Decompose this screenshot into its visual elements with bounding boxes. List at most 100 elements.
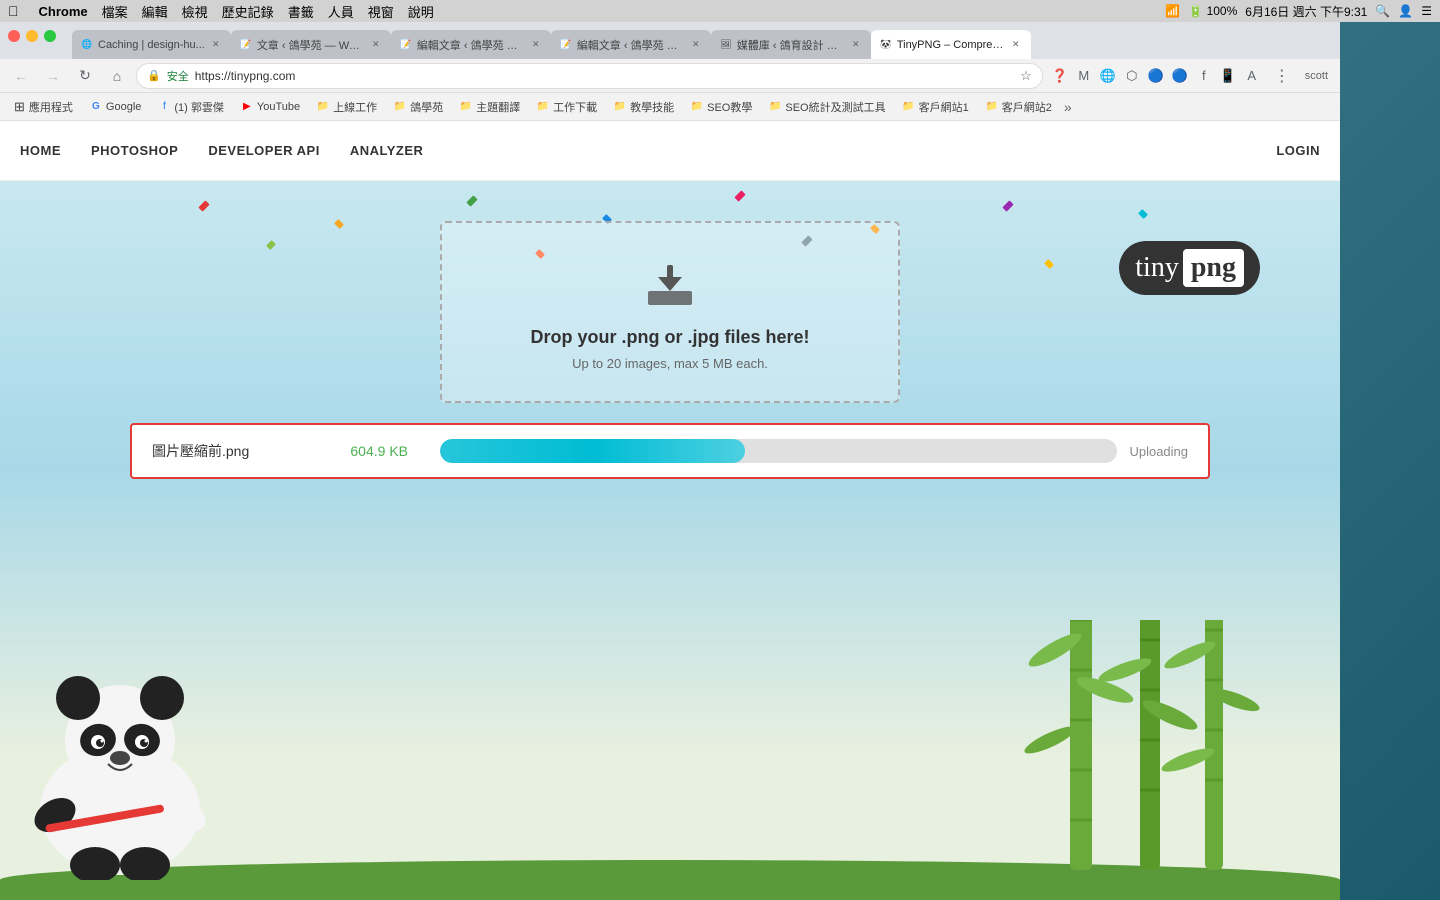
login-button[interactable]: LOGIN — [1276, 143, 1320, 158]
ext-icon-7[interactable]: f — [1193, 65, 1215, 87]
menu-app-name[interactable]: Chrome — [39, 4, 88, 19]
tab-favicon-6: 🐼 — [879, 38, 893, 52]
sidebar-icon-app2[interactable]: 🚀 — [1372, 163, 1408, 199]
bookmark-client2[interactable]: 📁 客戶網站2 — [979, 97, 1058, 117]
bookmark-client1[interactable]: 📁 客戶網站1 — [896, 97, 975, 117]
sidebar-thumbnail-screenshot1[interactable]: 螢幕快照2018-06-...9.26.32 — [1350, 30, 1430, 113]
menu-bar:  Chrome 檔案 編輯 檢視 歷史記錄 書籤 人員 視窗 說明 📶 🔋 1… — [0, 0, 1440, 22]
menu-file[interactable]: 檔案 — [102, 2, 128, 21]
tab-media[interactable]: 🖼 媒體庫 ‹ 鴿育設計 —... ✕ — [711, 30, 871, 59]
menu-list-icon[interactable]: ☰ — [1421, 4, 1432, 18]
forward-button[interactable]: → — [40, 63, 66, 89]
sidebar-icons-2: 🌐 Ps FZ — [1372, 564, 1408, 680]
apple-logo[interactable]:  — [8, 3, 19, 19]
confetti-2 — [334, 219, 344, 229]
sidebar-thumbnail-screenshot2[interactable]: 螢幕快照2018-0-...午9.31.18 — [1350, 686, 1430, 769]
sidebar-icon-app3[interactable]: 🎨 — [1372, 203, 1408, 239]
bookmark-pigeon[interactable]: 📁 鴿學苑 — [387, 97, 449, 117]
reload-button[interactable]: ↻ — [72, 63, 98, 89]
sidebar-icon-firefox[interactable]: 🦊 — [1372, 123, 1408, 159]
tab-edit2[interactable]: 📝 編輯文章 ‹ 鴿學苑 —... ✕ — [551, 30, 711, 59]
bookmark-facebook[interactable]: f (1) 郭雲傑 — [151, 97, 230, 117]
upload-status: Uploading — [1129, 444, 1188, 459]
folder-icon-5: 📁 — [613, 100, 627, 114]
bookmark-fb-label: (1) 郭雲傑 — [174, 99, 224, 115]
sidebar-icon-app5[interactable]: 🔵 — [1372, 779, 1408, 815]
tab-tinypng[interactable]: 🐼 TinyPNG – Compress... ✕ — [871, 30, 1031, 59]
tab-favicon-4: 📝 — [559, 38, 573, 52]
bookmark-online[interactable]: 📁 上線工作 — [310, 97, 383, 117]
back-button[interactable]: ← — [8, 63, 34, 89]
tab-title-2: 文章 ‹ 鴿學苑 — Wor... — [257, 37, 365, 53]
menu-user-icon[interactable]: 👤 — [1398, 4, 1413, 18]
menu-window[interactable]: 視窗 — [368, 2, 394, 21]
sidebar-icon-chrome[interactable]: 🌐 — [1372, 564, 1408, 600]
bookmark-youtube[interactable]: ▶ YouTube — [234, 98, 306, 116]
minimize-button[interactable] — [26, 30, 38, 42]
drop-zone[interactable]: Drop your .png or .jpg files here! Up to… — [440, 221, 900, 403]
menu-bookmarks[interactable]: 書籤 — [288, 2, 314, 21]
sidebar-icon-pp[interactable]: P — [1372, 363, 1408, 399]
tab-close-3[interactable]: ✕ — [529, 38, 543, 52]
browser-window: 🌐 Caching | design-hu... ✕ 📝 文章 ‹ 鴿學苑 — … — [0, 22, 1340, 900]
ext-icon-2[interactable]: M — [1073, 65, 1095, 87]
nav-developer-api[interactable]: DEVELOPER API — [208, 143, 319, 158]
sidebar-thumbnail-after[interactable]: 圖片壓縮後.png — [1350, 482, 1430, 554]
tab-close-2[interactable]: ✕ — [369, 38, 383, 52]
menu-view[interactable]: 檢視 — [182, 2, 208, 21]
tab-close-1[interactable]: ✕ — [209, 38, 223, 52]
bookmark-google[interactable]: G Google — [83, 98, 147, 116]
right-sidebar: 螢幕快照2018-06-...9.26.32 🦊 🚀 🎨 M X W P — [1340, 22, 1440, 900]
url-text[interactable]: https://tinypng.com — [195, 69, 296, 83]
bookmark-theme[interactable]: 📁 主題翻譯 — [453, 97, 526, 117]
tinypng-hero: Drop your .png or .jpg files here! Up to… — [0, 181, 1340, 900]
menu-history[interactable]: 歷史記錄 — [222, 2, 274, 21]
menu-search-icon[interactable]: 🔍 — [1375, 4, 1390, 18]
bookmark-seo[interactable]: 📁 SEO教學 — [684, 97, 758, 117]
confetti-12 — [1044, 259, 1054, 269]
tab-article[interactable]: 📝 文章 ‹ 鴿學苑 — Wor... ✕ — [231, 30, 391, 59]
bookmarks-more-icon[interactable]: » — [1064, 99, 1072, 115]
ext-icon-4[interactable]: ⬡ — [1121, 65, 1143, 87]
ext-icon-8[interactable]: 📱 — [1217, 65, 1239, 87]
sidebar-icon-word[interactable]: W — [1372, 323, 1408, 359]
bookmark-star-icon[interactable]: ☆ — [1020, 68, 1032, 84]
nav-analyzer[interactable]: ANALYZER — [350, 143, 424, 158]
close-button[interactable] — [8, 30, 20, 42]
ext-icon-3[interactable]: 🌐 — [1097, 65, 1119, 87]
sidebar-icon-app6[interactable]: 💬 — [1372, 819, 1408, 855]
ext-icon-5[interactable]: 🔵 — [1145, 65, 1167, 87]
nav-photoshop[interactable]: PHOTOSHOP — [91, 143, 178, 158]
nav-links: HOME PHOTOSHOP DEVELOPER API ANALYZER — [20, 143, 1276, 158]
menu-people[interactable]: 人員 — [328, 2, 354, 21]
address-bar[interactable]: 🔒 安全 https://tinypng.com ☆ — [136, 63, 1043, 89]
bookmark-seo-tools[interactable]: 📁 SEO統計及測試工具 — [762, 97, 891, 117]
bookmark-work[interactable]: 📁 工作下載 — [530, 97, 603, 117]
apps-shortcut[interactable]: ⊞ 應用程式 — [8, 97, 79, 117]
chrome-menu-icon[interactable]: ⋮ — [1269, 63, 1295, 89]
apps-grid-icon: ⊞ — [14, 99, 25, 115]
sidebar-icon-excel[interactable]: X — [1372, 283, 1408, 319]
tab-close-5[interactable]: ✕ — [849, 38, 863, 52]
ext-icon-6[interactable]: 🔵 — [1169, 65, 1191, 87]
bookmark-skill[interactable]: 📁 教學技能 — [607, 97, 680, 117]
menu-edit[interactable]: 編輯 — [142, 2, 168, 21]
thumbnail-label-3: 圖片壓縮後.png — [1359, 543, 1422, 554]
sidebar-icon-app4[interactable]: M — [1372, 243, 1408, 279]
tab-close-6[interactable]: ✕ — [1009, 38, 1023, 52]
tab-edit1[interactable]: 📝 編輯文章 ‹ 鴿學苑 —... ✕ — [391, 30, 551, 59]
maximize-button[interactable] — [44, 30, 56, 42]
sidebar-icon-app7[interactable]: 🔵 — [1372, 859, 1408, 895]
ext-icon-9[interactable]: A — [1241, 65, 1263, 87]
menu-help[interactable]: 說明 — [408, 2, 434, 21]
apps-label: 應用程式 — [29, 99, 73, 115]
tab-caching[interactable]: 🌐 Caching | design-hu... ✕ — [72, 30, 231, 59]
upload-row: 圖片壓縮前.png 604.9 KB Uploading — [130, 423, 1210, 479]
home-button[interactable]: ⌂ — [104, 63, 130, 89]
sidebar-thumbnail-before[interactable]: 圖片壓縮前.png — [1350, 405, 1430, 477]
tab-close-4[interactable]: ✕ — [689, 38, 703, 52]
sidebar-icon-fz[interactable]: FZ — [1372, 644, 1408, 680]
nav-home[interactable]: HOME — [20, 143, 61, 158]
sidebar-icon-ps[interactable]: Ps — [1372, 604, 1408, 640]
ext-icon-1[interactable]: ❓ — [1049, 65, 1071, 87]
